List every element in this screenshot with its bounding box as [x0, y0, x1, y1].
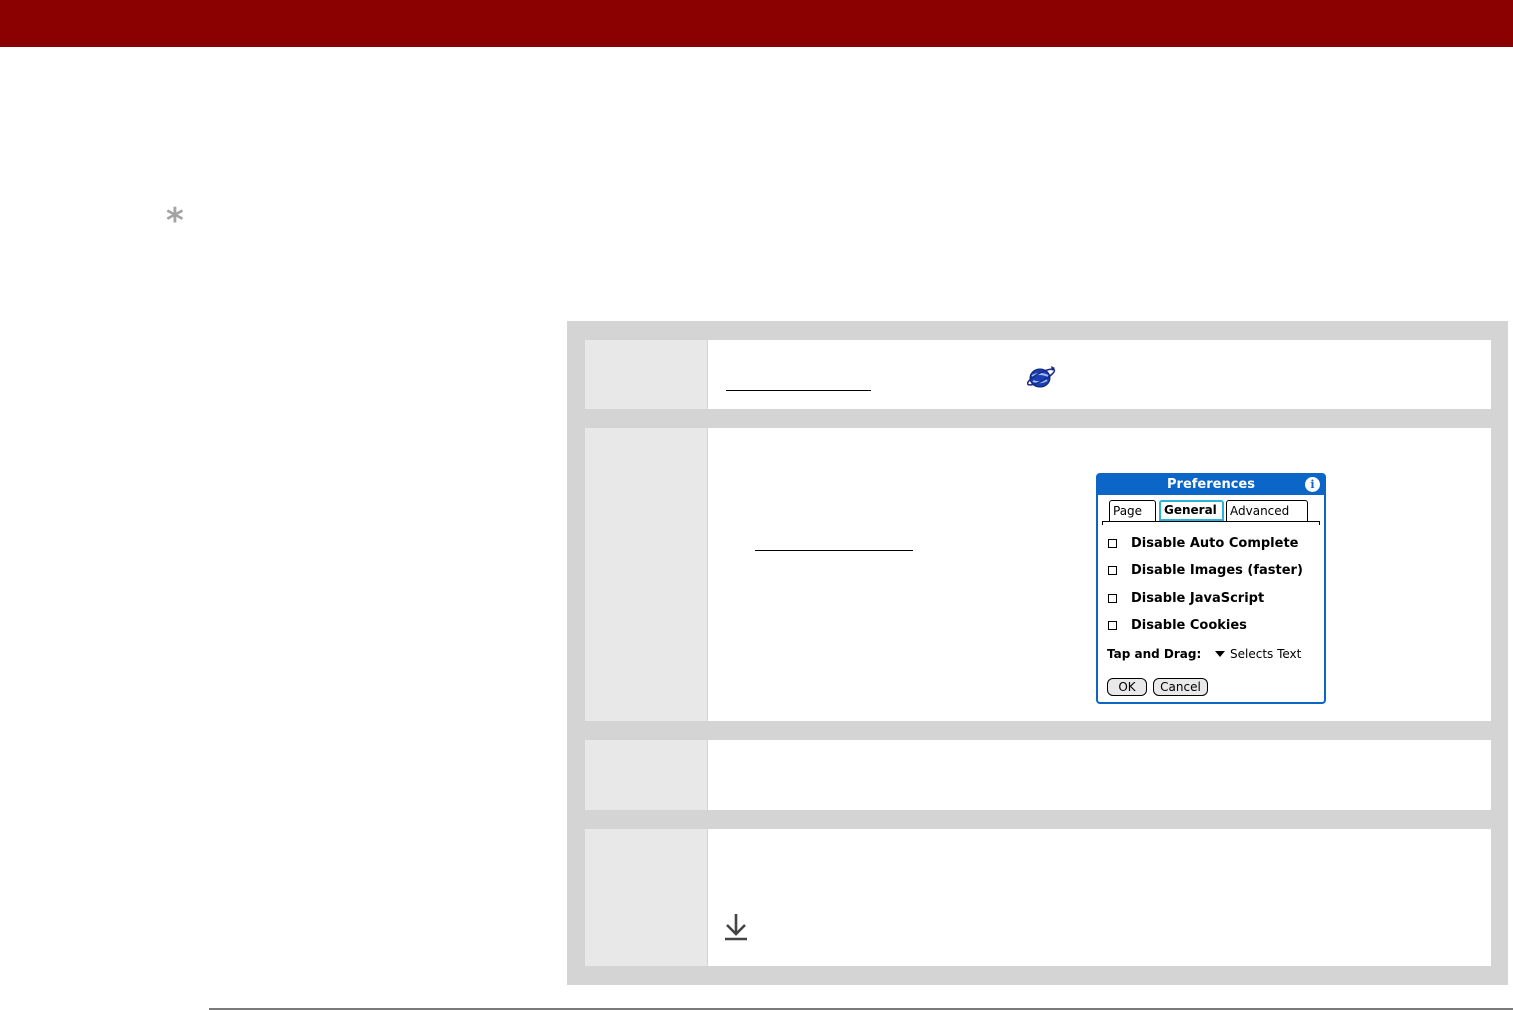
- option-label: Disable Auto Complete: [1131, 536, 1299, 551]
- checkbox[interactable]: [1108, 566, 1117, 575]
- link-underline[interactable]: [755, 550, 913, 551]
- preferences-dialog: Preferences i Page General Advanced Disa…: [1096, 473, 1326, 704]
- checkbox[interactable]: [1108, 539, 1117, 548]
- download-arrow-icon: [725, 914, 747, 941]
- step-2: [585, 428, 1491, 721]
- tab-general[interactable]: General: [1159, 500, 1224, 521]
- tap-and-drag-label: Tap and Drag:: [1107, 647, 1202, 661]
- dialog-title-bar: Preferences i: [1098, 475, 1324, 495]
- option-label: Disable Cookies: [1131, 618, 1247, 633]
- step-content: [708, 740, 1491, 810]
- step-number-cell: [585, 740, 707, 810]
- ok-button[interactable]: OK: [1107, 678, 1147, 696]
- tab-divider-left: [1102, 521, 1103, 525]
- web-browser-icon: [1027, 366, 1056, 388]
- info-icon[interactable]: i: [1305, 477, 1320, 492]
- option-label: Disable JavaScript: [1131, 591, 1265, 606]
- checkbox[interactable]: [1108, 594, 1117, 603]
- dialog-title: Preferences: [1167, 477, 1255, 492]
- tab-divider: [1102, 521, 1320, 522]
- step-1: [585, 340, 1491, 409]
- dropdown-arrow-icon[interactable]: [1215, 651, 1225, 657]
- tap-and-drag-select[interactable]: Selects Text: [1230, 646, 1301, 662]
- step-content: [708, 340, 1491, 409]
- steps-panel: [567, 321, 1508, 985]
- asterisk-icon: *: [166, 201, 184, 241]
- tab-page[interactable]: Page: [1109, 500, 1156, 521]
- step-3: [585, 740, 1491, 810]
- link-underline[interactable]: [726, 390, 871, 391]
- header-bar: [0, 0, 1513, 47]
- option-label: Disable Images (faster): [1131, 563, 1303, 578]
- step-content: [708, 829, 1491, 966]
- step-4: [585, 829, 1491, 966]
- step-number-cell: [585, 829, 707, 966]
- step-number-cell: [585, 428, 707, 721]
- cancel-button[interactable]: Cancel: [1153, 678, 1208, 696]
- step-number-cell: [585, 340, 707, 409]
- tab-advanced[interactable]: Advanced: [1226, 500, 1308, 521]
- tab-divider-right: [1319, 521, 1320, 525]
- checkbox[interactable]: [1108, 621, 1117, 630]
